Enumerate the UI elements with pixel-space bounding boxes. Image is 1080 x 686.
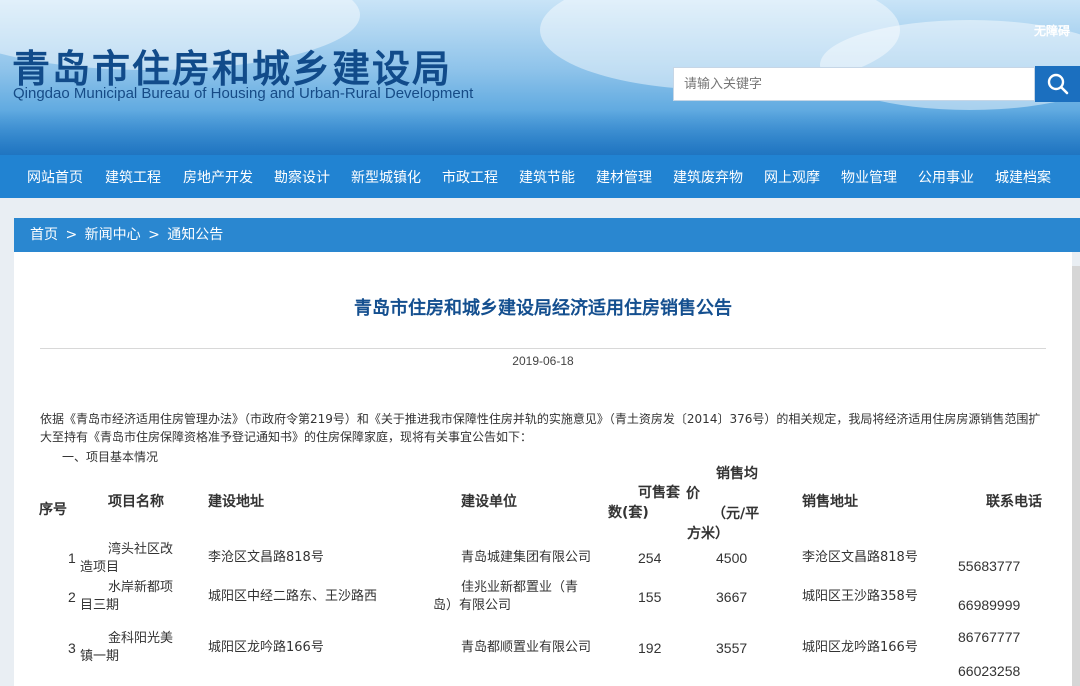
col-header-units: 可售套 xyxy=(638,485,680,501)
table-cell-name: 水岸新都项 xyxy=(108,580,174,595)
nav-item-archives[interactable]: 城建档案 xyxy=(995,167,1051,187)
article-date: 2019-06-18 xyxy=(512,354,574,368)
table-cell-name: 金科阳光美 xyxy=(108,631,174,646)
search-button[interactable] xyxy=(1035,66,1080,102)
main-nav: 网站首页 建筑工程 房地产开发 勘察设计 新型城镇化 市政工程 建筑节能 建材管… xyxy=(0,155,1080,198)
table-cell-sales-address: 城阳区王沙路358号 xyxy=(802,589,918,604)
table-cell-phone: 55683777 xyxy=(958,558,1021,574)
article-panel: 青岛市住房和城乡建设局经济适用住房销售公告 2019-06-18 依据《青岛市经… xyxy=(14,252,1072,686)
col-header-price: 价 xyxy=(686,486,700,502)
breadcrumb-separator: > xyxy=(148,227,160,243)
table-cell-address: 李沧区文昌路818号 xyxy=(208,550,324,565)
table-cell-name: 镇一期 xyxy=(80,649,120,664)
col-header-units: 数(套) xyxy=(608,505,649,521)
table-cell-price: 3557 xyxy=(716,640,748,656)
table-cell-phone: 66989999 xyxy=(958,597,1021,613)
nav-item-materials[interactable]: 建材管理 xyxy=(596,167,652,187)
col-header-price: （元/平 xyxy=(712,506,760,522)
table-cell-no: 2 xyxy=(68,589,76,605)
site-subtitle: Qingdao Municipal Bureau of Housing and … xyxy=(13,85,474,102)
table-cell-name: 湾头社区改 xyxy=(108,542,174,557)
table-cell-no: 3 xyxy=(68,640,76,656)
table-cell-developer: 岛）有限公司 xyxy=(433,598,512,613)
table-cell-units: 254 xyxy=(638,550,662,566)
table-cell-phone: 86767777 xyxy=(958,629,1021,645)
accessibility-link[interactable]: 无障碍 xyxy=(1034,22,1070,39)
table-cell-developer: 佳兆业新都置业（青 xyxy=(461,580,579,595)
table-cell-address: 城阳区龙吟路166号 xyxy=(208,640,324,655)
nav-item-observation[interactable]: 网上观摩 xyxy=(764,167,820,187)
search-input[interactable] xyxy=(673,67,1035,101)
table-cell-no: 1 xyxy=(68,550,76,566)
breadcrumb-separator: > xyxy=(65,227,78,243)
table-cell-developer: 青岛城建集团有限公司 xyxy=(461,550,592,565)
table-cell-units: 155 xyxy=(638,589,662,605)
table-cell-name: 造项目 xyxy=(80,560,120,575)
table-cell-units: 192 xyxy=(638,640,662,656)
breadcrumb: 首页 > 新闻中心 > 通知公告 xyxy=(14,218,1080,252)
nav-item-property[interactable]: 物业管理 xyxy=(841,167,897,187)
col-header-price: 方米） xyxy=(687,526,729,542)
nav-item-utilities[interactable]: 公用事业 xyxy=(918,167,974,187)
table-cell-price: 3667 xyxy=(716,589,748,605)
col-header-name: 项目名称 xyxy=(108,494,164,510)
breadcrumb-notices[interactable]: 通知公告 xyxy=(167,227,223,243)
breadcrumb-home[interactable]: 首页 xyxy=(30,227,58,243)
banner-sea xyxy=(0,110,1080,155)
header-banner: 青岛市住房和城乡建设局 Qingdao Municipal Bureau of … xyxy=(0,0,1080,155)
scrollbar[interactable] xyxy=(1072,266,1080,686)
table-cell-sales-address: 李沧区文昌路818号 xyxy=(802,550,918,565)
col-header-phone: 联系电话 xyxy=(986,494,1042,510)
breadcrumb-news[interactable]: 新闻中心 xyxy=(85,227,141,243)
nav-item-real-estate[interactable]: 房地产开发 xyxy=(183,167,253,187)
col-header-address: 建设地址 xyxy=(208,494,264,510)
col-header-no: 序号 xyxy=(39,502,67,518)
table-cell-address: 城阳区中经二路东、王沙路西 xyxy=(208,589,378,604)
divider xyxy=(40,348,1046,349)
col-header-sales-address: 销售地址 xyxy=(802,494,858,510)
table-cell-name: 目三期 xyxy=(80,598,120,613)
nav-item-energy-saving[interactable]: 建筑节能 xyxy=(519,167,575,187)
table-cell-developer: 青岛都顺置业有限公司 xyxy=(461,640,592,655)
article-intro: 依据《青岛市经济适用住房管理办法》（市政府令第219号）和《关于推进我市保障性住… xyxy=(40,412,1041,444)
col-header-price: 销售均 xyxy=(716,466,758,482)
nav-item-construction[interactable]: 建筑工程 xyxy=(105,167,161,187)
nav-item-waste[interactable]: 建筑废弃物 xyxy=(673,167,743,187)
section-heading: 一、项目基本情况 xyxy=(62,450,159,464)
table-cell-sales-address: 城阳区龙吟路166号 xyxy=(802,640,918,655)
article-title: 青岛市住房和城乡建设局经济适用住房销售公告 xyxy=(354,298,732,319)
nav-item-home[interactable]: 网站首页 xyxy=(27,167,83,187)
nav-item-municipal[interactable]: 市政工程 xyxy=(442,167,498,187)
nav-item-survey-design[interactable]: 勘察设计 xyxy=(274,167,330,187)
col-header-developer: 建设单位 xyxy=(461,494,517,510)
table-cell-price: 4500 xyxy=(716,550,748,566)
nav-item-urbanization[interactable]: 新型城镇化 xyxy=(351,167,421,187)
magnifier-icon xyxy=(1047,73,1068,95)
table-cell-phone: 66023258 xyxy=(958,663,1021,679)
